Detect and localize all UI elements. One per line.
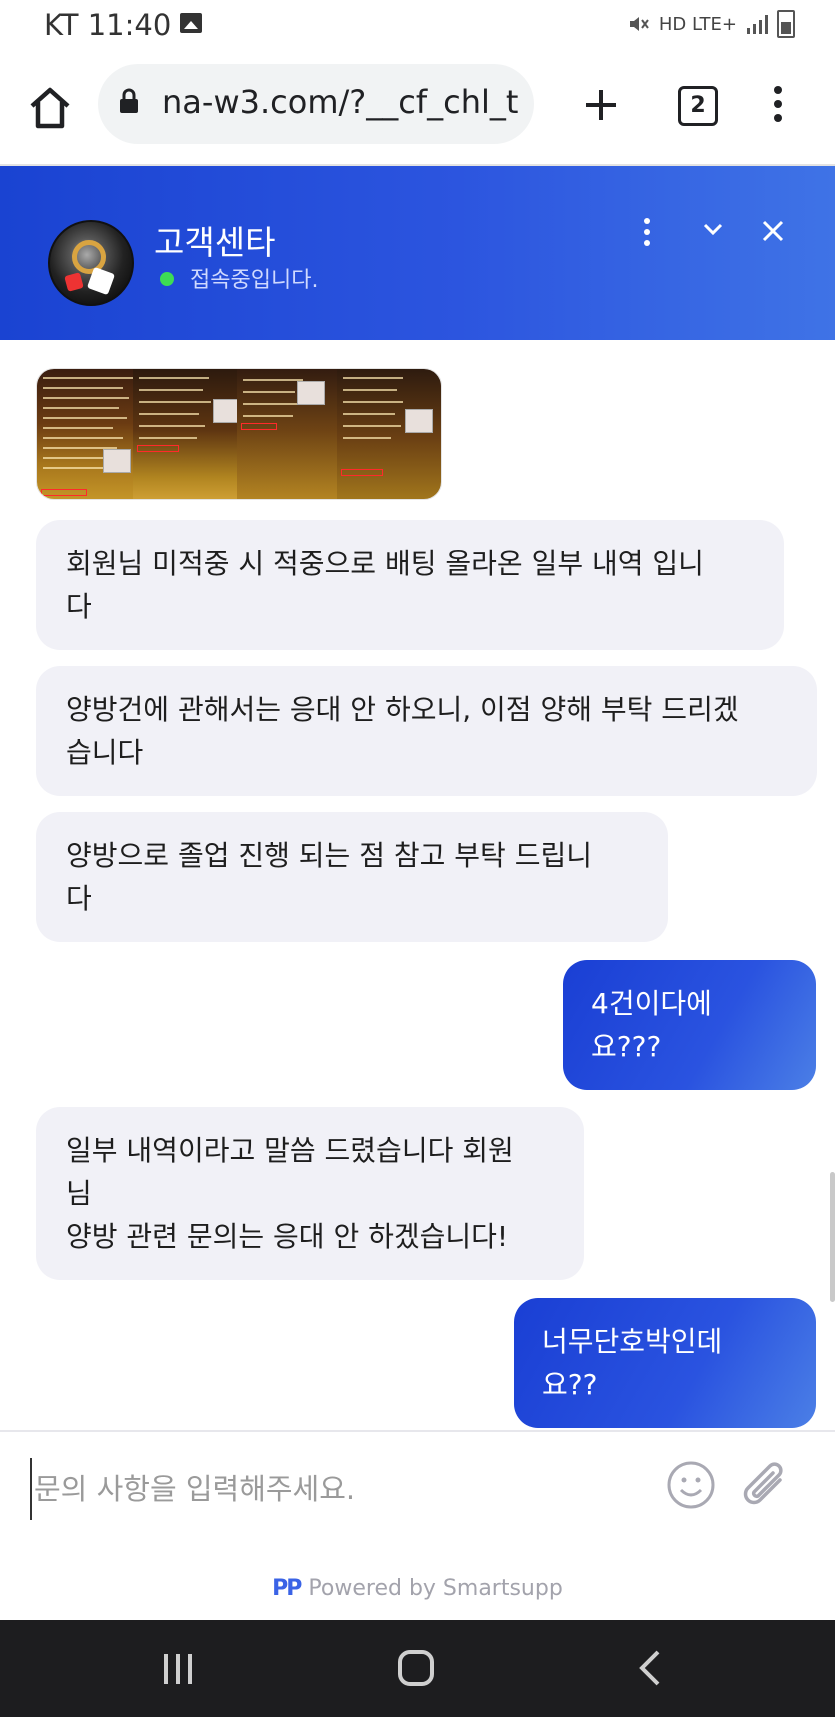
incoming-message: 양방건에 관해서는 응대 안 하오니, 이점 양해 부탁 드리겠 습니다	[36, 666, 817, 796]
back-icon[interactable]	[636, 1648, 664, 1688]
battery-icon	[777, 10, 795, 38]
message-line: 4건이다에	[591, 987, 712, 1020]
emoji-icon[interactable]	[666, 1460, 716, 1510]
message-line: 다	[66, 882, 92, 915]
incoming-message: 일부 내역이라고 말씀 드렸습니다 회원 님 양방 관련 문의는 응대 안 하겠…	[36, 1107, 584, 1280]
image-notification-icon	[180, 13, 202, 33]
message-line: 양방건에 관해서는 응대 안 하오니, 이점 양해 부탁 드리겠	[66, 693, 739, 726]
chat-title: 고객센타	[154, 223, 276, 262]
message-input[interactable]	[30, 1458, 636, 1520]
message-line: 양방 관련 문의는 응대 안 하겠습니다!	[66, 1220, 509, 1253]
message-line: 요???	[591, 1030, 662, 1063]
plus-icon	[586, 90, 616, 120]
outgoing-message: 4건이다에 요???	[563, 960, 816, 1090]
paperclip-icon[interactable]	[740, 1458, 792, 1514]
home-nav-icon[interactable]	[398, 1650, 434, 1686]
message-line: 회원님 미적중 시 적중으로 배팅 올라온 일부 내역 입니	[66, 547, 704, 580]
incoming-message: 회원님 미적중 시 적중으로 배팅 올라온 일부 내역 입니 다	[36, 520, 784, 650]
image-attachment[interactable]	[36, 368, 442, 500]
chat-options-icon[interactable]	[642, 218, 652, 248]
message-line: 님	[66, 1177, 92, 1210]
tab-switcher-button[interactable]: 2	[678, 86, 718, 126]
powered-by-text: Powered by Smartsupp	[308, 1576, 563, 1601]
network-indicator: HD LTE+	[658, 13, 737, 35]
new-tab-button[interactable]	[582, 86, 620, 124]
status-bar: KT 11:40 HD LTE+	[0, 0, 835, 52]
smartsupp-logo-icon: PP	[272, 1576, 302, 1601]
powered-by[interactable]: PP Powered by Smartsupp	[0, 1576, 835, 1601]
browser-menu-icon[interactable]	[770, 84, 786, 128]
message-line: 양방으로 졸업 진행 되는 점 참고 부탁 드립니	[66, 839, 592, 872]
address-bar[interactable]: na-w3.com/?__cf_chl_t	[98, 64, 534, 144]
online-status-icon	[160, 272, 174, 286]
browser-toolbar: na-w3.com/?__cf_chl_t 2	[0, 52, 835, 166]
message-list[interactable]: 회원님 미적중 시 적중으로 배팅 올라온 일부 내역 입니 다 양방건에 관해…	[0, 340, 835, 1430]
chevron-down-icon[interactable]	[700, 216, 726, 242]
agent-avatar	[48, 220, 134, 306]
system-navigation-bar	[0, 1620, 835, 1717]
recent-apps-icon[interactable]	[164, 1654, 200, 1684]
scrollbar[interactable]	[830, 1172, 835, 1302]
incoming-message: 양방으로 졸업 진행 되는 점 참고 부탁 드립니 다	[36, 812, 668, 942]
url-text: na-w3.com/?__cf_chl_t	[162, 83, 519, 121]
mute-icon	[629, 17, 649, 31]
close-icon[interactable]	[758, 216, 788, 246]
message-line: 일부 내역이라고 말씀 드렸습니다 회원	[66, 1134, 514, 1167]
home-icon[interactable]	[24, 82, 76, 134]
outgoing-message: 너무단호박인데 요??	[514, 1298, 816, 1428]
message-line: 다	[66, 590, 92, 623]
status-indicators: HD LTE+	[627, 10, 795, 38]
carrier-time: KT 11:40	[44, 8, 172, 42]
composer: PPPowered by Smartsupp	[0, 1430, 835, 1622]
chat-status: 접속중입니다.	[190, 268, 319, 293]
signal-icon	[747, 15, 768, 34]
message-line: 너무단호박인데	[542, 1325, 723, 1358]
chat-header: 고객센타 접속중입니다.	[0, 166, 835, 340]
lock-icon	[120, 88, 138, 113]
message-line: 습니다	[66, 736, 144, 769]
message-line: 요??	[542, 1368, 598, 1401]
